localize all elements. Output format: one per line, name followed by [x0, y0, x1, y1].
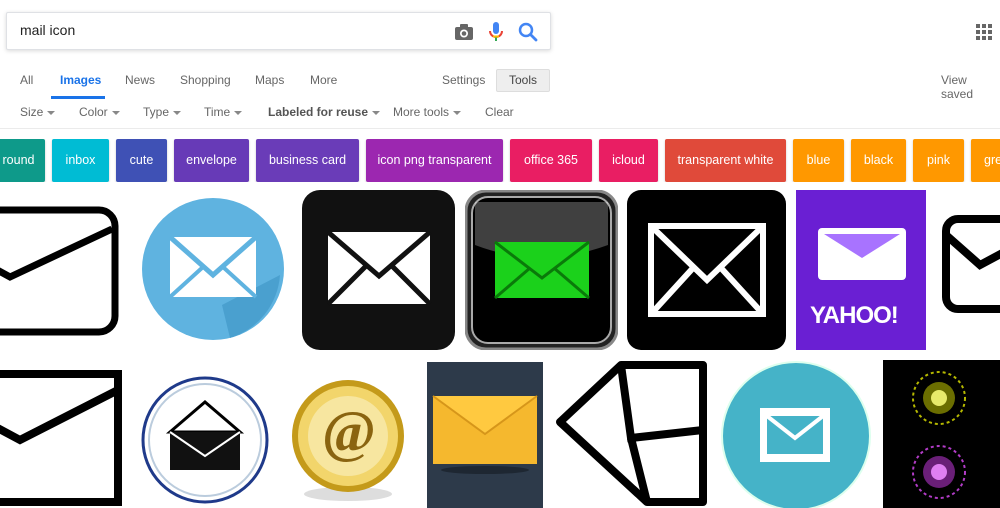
chip-icloud[interactable]: icloud	[599, 139, 658, 182]
chip-icon-png-transparent[interactable]: icon png transparent	[366, 139, 503, 182]
caret-down-icon	[372, 110, 381, 115]
result-image-outline-envelope-2[interactable]	[0, 362, 128, 508]
divider	[0, 128, 1000, 129]
filter-usage-rights[interactable]: Labeled for reuse	[268, 105, 381, 119]
result-image-open-envelope-outline[interactable]	[555, 360, 710, 508]
chip-transparent-white[interactable]: transparent white	[665, 139, 786, 182]
caret-down-icon	[173, 110, 182, 115]
caret-down-icon	[453, 110, 462, 115]
chip-round[interactable]: round	[0, 139, 45, 182]
tab-all[interactable]: All	[20, 73, 33, 87]
at-symbol: @	[322, 399, 376, 464]
filter-label: Time	[204, 105, 231, 119]
caret-down-icon	[47, 110, 56, 115]
filter-label: Labeled for reuse	[268, 105, 369, 119]
chip-pink[interactable]: pink	[913, 139, 964, 182]
caret-down-icon	[111, 110, 120, 115]
view-saved-link[interactable]: View saved	[941, 73, 1000, 101]
result-image-blue-circle-envelope[interactable]	[140, 195, 288, 345]
tab-news[interactable]: News	[125, 73, 155, 87]
result-image-gold-at-icon[interactable]: @	[290, 372, 408, 508]
result-image-neon-at-icons[interactable]	[883, 360, 1000, 508]
apps-grid-icon[interactable]	[976, 24, 992, 45]
filter-clear[interactable]: Clear	[485, 105, 514, 119]
result-image-yahoo-mail[interactable]: YAHOO!	[796, 190, 926, 350]
result-image-open-envelope-circle[interactable]	[140, 372, 272, 508]
suggestion-chips: round inbox cute envelope business card …	[0, 139, 1000, 182]
tab-shopping[interactable]: Shopping	[180, 73, 231, 87]
filter-label: Size	[20, 105, 44, 119]
result-image-outline-envelope-partial[interactable]	[940, 195, 1000, 345]
filter-color[interactable]: Color	[79, 105, 120, 119]
tab-maps[interactable]: Maps	[255, 73, 284, 87]
result-image-black-square-envelope[interactable]	[302, 190, 455, 350]
chip-green[interactable]: gre	[971, 139, 1000, 182]
filter-more-tools[interactable]: More tools	[393, 105, 462, 119]
result-image-outline-envelope[interactable]	[0, 195, 125, 345]
filter-time[interactable]: Time	[204, 105, 243, 119]
filter-size[interactable]: Size	[20, 105, 56, 119]
search-input[interactable]	[20, 22, 420, 38]
chip-cute[interactable]: cute	[116, 139, 167, 182]
result-image-teal-circle-envelope[interactable]	[718, 360, 874, 508]
filter-label: More tools	[393, 105, 450, 119]
tools-button[interactable]: Tools	[496, 69, 550, 92]
settings-link[interactable]: Settings	[442, 73, 485, 87]
chip-office-365[interactable]: office 365	[510, 139, 592, 182]
microphone-icon[interactable]	[488, 21, 504, 43]
camera-icon[interactable]	[454, 23, 474, 41]
chip-blue[interactable]: blue	[793, 139, 844, 182]
active-tab-indicator	[51, 96, 105, 99]
result-image-green-glossy-envelope[interactable]	[465, 190, 618, 350]
search-box[interactable]	[6, 12, 551, 50]
tab-images[interactable]: Images	[60, 73, 101, 87]
filter-type[interactable]: Type	[143, 105, 182, 119]
chip-business-card[interactable]: business card	[256, 139, 359, 182]
filter-label: Type	[143, 105, 170, 119]
filter-label: Color	[79, 105, 108, 119]
chip-black[interactable]: black	[851, 139, 906, 182]
chip-inbox[interactable]: inbox	[52, 139, 109, 182]
chip-envelope[interactable]: envelope	[174, 139, 249, 182]
caret-down-icon	[234, 110, 243, 115]
result-image-yellow-envelope[interactable]	[427, 362, 543, 508]
search-icon[interactable]	[518, 22, 538, 42]
result-image-black-envelope-white-outline[interactable]	[627, 190, 786, 350]
tab-more[interactable]: More	[310, 73, 337, 87]
yahoo-logo-text: YAHOO!	[810, 302, 899, 329]
